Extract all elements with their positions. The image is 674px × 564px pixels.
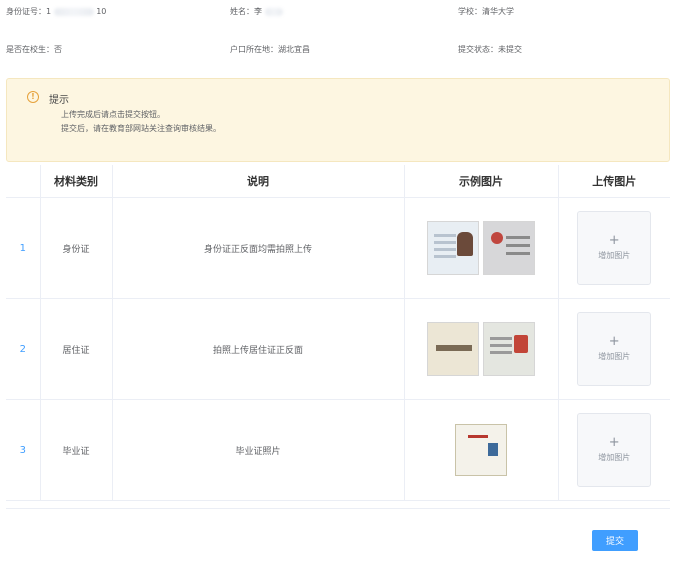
student-info-row-2: 是否在校生：否 户口所在地：湖北宜昌 提交状态：未提交 <box>0 38 674 58</box>
hukou-value: 湖北宜昌 <box>278 45 310 54</box>
status-field: 提交状态：未提交 <box>458 44 522 55</box>
in-school-field: 是否在校生：否 <box>6 44 62 55</box>
header-category: 材料类别 <box>40 165 113 198</box>
name-value: 李 <box>254 7 262 16</box>
id-number-suffix: 10 <box>96 7 107 16</box>
upload-cell: + 增加图片 <box>558 399 670 501</box>
materials-table: 材料类别 说明 示例图片 上传图片 1 身份证 身份证正反面均需拍照上传 + 增… <box>6 165 670 501</box>
id-number-prefix: 1 <box>46 7 52 16</box>
header-description: 说明 <box>112 165 405 198</box>
name-label: 姓名： <box>230 7 254 16</box>
row-category: 毕业证 <box>40 399 113 501</box>
add-image-label: 增加图片 <box>598 453 631 462</box>
table-row: 1 身份证 身份证正反面均需拍照上传 + 增加图片 <box>6 197 670 299</box>
in-school-value: 否 <box>54 45 62 54</box>
id-number-label: 身份证号： <box>6 7 46 16</box>
submit-button[interactable]: 提交 <box>592 530 638 551</box>
upload-cell: + 增加图片 <box>558 298 670 400</box>
id-number-redaction <box>53 7 94 16</box>
id-card-back-example-image[interactable] <box>483 221 535 275</box>
name-redaction <box>264 7 283 16</box>
student-info-row-1: 身份证号：1 10 姓名：李 学校：清华大学 <box>0 0 674 20</box>
plus-icon: + <box>608 435 620 450</box>
id-card-front-example-image[interactable] <box>427 221 479 275</box>
upload-cell: + 增加图片 <box>558 197 670 299</box>
table-row: 2 居住证 拍照上传居住证正反面 + 增加图片 <box>6 298 670 400</box>
row-index: 2 <box>6 298 41 400</box>
alert-line-1: 上传完成后请点击提交按钮。 <box>61 110 165 119</box>
table-header-row: 材料类别 说明 示例图片 上传图片 <box>6 165 670 198</box>
add-image-button[interactable]: + 增加图片 <box>577 413 652 487</box>
notice-alert: ! 提示 上传完成后请点击提交按钮。 提交后，请在教育部网站关注查询审核结果。 <box>6 78 670 162</box>
plus-icon: + <box>608 334 620 349</box>
status-label: 提交状态： <box>458 45 498 54</box>
add-image-button[interactable]: + 增加图片 <box>577 312 652 386</box>
row-index: 3 <box>6 399 41 501</box>
residence-permit-back-example-image[interactable] <box>483 322 535 376</box>
row-description: 拍照上传居住证正反面 <box>112 298 405 400</box>
example-images-cell <box>404 197 559 299</box>
residence-permit-front-example-image[interactable] <box>427 322 479 376</box>
row-category: 居住证 <box>40 298 113 400</box>
example-images-cell <box>404 298 559 400</box>
add-image-label: 增加图片 <box>598 251 631 260</box>
add-image-label: 增加图片 <box>598 352 631 361</box>
row-index: 1 <box>6 197 41 299</box>
hukou-label: 户口所在地： <box>230 45 278 54</box>
row-description: 毕业证照片 <box>112 399 405 501</box>
footer-divider <box>6 508 670 509</box>
name-field: 姓名：李 <box>230 6 283 17</box>
id-number-field: 身份证号：1 10 <box>6 6 106 17</box>
table-row: 3 毕业证 毕业证照片 + 增加图片 <box>6 399 670 501</box>
school-value: 清华大学 <box>482 7 514 16</box>
row-description: 身份证正反面均需拍照上传 <box>112 197 405 299</box>
alert-title: 提示 <box>49 95 69 106</box>
row-category: 身份证 <box>40 197 113 299</box>
school-label: 学校： <box>458 7 482 16</box>
header-upload: 上传图片 <box>558 165 670 198</box>
add-image-button[interactable]: + 增加图片 <box>577 211 652 285</box>
school-field: 学校：清华大学 <box>458 6 514 17</box>
alert-line-2: 提交后，请在教育部网站关注查询审核结果。 <box>61 124 221 133</box>
status-value: 未提交 <box>498 45 522 54</box>
info-circle-icon: ! <box>27 91 39 103</box>
header-example: 示例图片 <box>404 165 559 198</box>
in-school-label: 是否在校生： <box>6 45 54 54</box>
hukou-field: 户口所在地：湖北宜昌 <box>230 44 310 55</box>
plus-icon: + <box>608 233 620 248</box>
diploma-example-image[interactable] <box>455 424 507 476</box>
header-index <box>6 165 41 198</box>
example-images-cell <box>404 399 559 501</box>
